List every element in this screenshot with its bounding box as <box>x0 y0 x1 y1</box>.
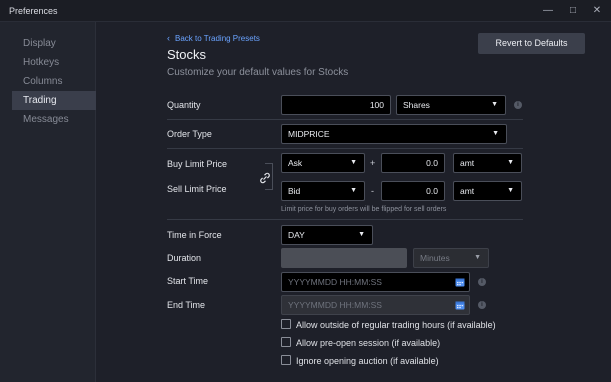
sell-limit-operator: - <box>371 186 374 196</box>
order-type-select[interactable]: MIDPRICE ▼ <box>281 124 507 144</box>
duration-input[interactable] <box>281 248 407 268</box>
chevron-down-icon: ▼ <box>358 231 365 238</box>
sidebar-item-label: Trading <box>23 95 57 106</box>
main-panel: ‹ Back to Trading Presets Revert to Defau… <box>97 22 611 382</box>
sidebar-item-label: Columns <box>23 76 63 87</box>
time-in-force-value: DAY <box>288 230 305 240</box>
sidebar-item-display[interactable]: Display <box>12 34 96 53</box>
quantity-unit-value: Shares <box>403 100 430 110</box>
sidebar-item-messages[interactable]: Messages <box>12 110 96 129</box>
start-time-placeholder: YYYYMMDD HH:MM:SS <box>288 277 382 287</box>
end-time-input[interactable]: YYYYMMDD HH:MM:SS <box>281 295 470 315</box>
buy-limit-base-value: Ask <box>288 158 303 168</box>
chevron-down-icon: ▼ <box>350 159 357 166</box>
chevron-down-icon: ▼ <box>491 101 498 108</box>
sidebar-item-trading[interactable]: Trading <box>12 91 96 110</box>
chevron-down-icon: ▼ <box>492 130 499 137</box>
title-bar: Preferences — □ ✕ <box>0 0 611 22</box>
minimize-icon[interactable]: — <box>537 2 559 20</box>
start-time-label: Start Time <box>167 276 209 286</box>
outside-rth-label: Allow outside of regular trading hours (… <box>296 320 496 330</box>
sell-limit-base-value: Bid <box>288 186 301 196</box>
duration-unit-select[interactable]: Minutes ▼ <box>413 248 489 268</box>
buy-limit-label: Buy Limit Price <box>167 159 228 169</box>
sell-limit-offset-input[interactable]: 0.0 <box>381 181 445 201</box>
page-title: Stocks <box>167 47 207 62</box>
buy-limit-operator: + <box>370 158 376 168</box>
info-icon[interactable]: i <box>514 101 522 109</box>
sidebar-item-label: Display <box>23 38 56 49</box>
chevron-down-icon: ▼ <box>474 254 481 261</box>
time-in-force-label: Time in Force <box>167 230 222 240</box>
info-icon[interactable]: i <box>478 278 486 286</box>
time-in-force-select[interactable]: DAY ▼ <box>281 225 373 245</box>
calendar-icon[interactable] <box>455 277 465 287</box>
back-link-label: Back to Trading Presets <box>175 34 260 43</box>
chevron-down-icon: ▼ <box>507 159 514 166</box>
ignore-opening-auction-checkbox[interactable] <box>281 355 291 365</box>
quantity-label: Quantity <box>167 100 201 110</box>
window-title: Preferences <box>9 6 58 16</box>
end-time-placeholder: YYYYMMDD HH:MM:SS <box>288 300 382 310</box>
order-type-label: Order Type <box>167 129 212 139</box>
buy-limit-unit-select[interactable]: amt ▼ <box>453 153 522 173</box>
sell-limit-unit-value: amt <box>460 186 475 196</box>
maximize-icon[interactable]: □ <box>562 2 584 20</box>
start-time-input[interactable]: YYYYMMDD HH:MM:SS <box>281 272 470 292</box>
buy-limit-base-select[interactable]: Ask ▼ <box>281 153 365 173</box>
chevron-left-icon: ‹ <box>167 33 170 43</box>
ignore-opening-auction-label: Ignore opening auction (if available) <box>296 356 439 366</box>
end-time-label: End Time <box>167 300 206 310</box>
quantity-input[interactable]: 100 <box>281 95 391 115</box>
sidebar-item-hotkeys[interactable]: Hotkeys <box>12 53 96 72</box>
sidebar-item-columns[interactable]: Columns <box>12 72 96 91</box>
buy-limit-unit-value: amt <box>460 158 475 168</box>
pre-open-label: Allow pre-open session (if available) <box>296 338 441 348</box>
page-subtitle: Customize your default values for Stocks <box>167 67 349 78</box>
quantity-unit-select[interactable]: Shares ▼ <box>396 95 506 115</box>
revert-to-defaults-button[interactable]: Revert to Defaults <box>478 33 585 54</box>
sidebar-item-label: Messages <box>23 114 69 125</box>
sidebar: Display Hotkeys Columns Trading Messages <box>0 22 96 382</box>
pre-open-checkbox[interactable] <box>281 337 291 347</box>
link-icon[interactable] <box>258 171 272 185</box>
back-link[interactable]: ‹ Back to Trading Presets <box>167 33 260 43</box>
chevron-down-icon: ▼ <box>507 187 514 194</box>
divider <box>167 219 523 220</box>
sell-limit-label: Sell Limit Price <box>167 184 227 194</box>
order-type-value: MIDPRICE <box>288 129 330 139</box>
duration-label: Duration <box>167 253 202 263</box>
buy-limit-offset-input[interactable]: 0.0 <box>381 153 445 173</box>
divider <box>167 119 523 120</box>
close-icon[interactable]: ✕ <box>586 2 608 20</box>
outside-rth-checkbox[interactable] <box>281 319 291 329</box>
duration-unit-value: Minutes <box>420 253 450 263</box>
sidebar-item-label: Hotkeys <box>23 57 60 68</box>
sell-limit-unit-select[interactable]: amt ▼ <box>453 181 522 201</box>
chevron-down-icon: ▼ <box>350 187 357 194</box>
calendar-icon[interactable] <box>455 300 465 310</box>
limit-flip-note: Limit price for buy orders will be flipp… <box>281 206 447 213</box>
divider <box>167 148 523 149</box>
sell-limit-base-select[interactable]: Bid ▼ <box>281 181 365 201</box>
info-icon[interactable]: i <box>478 301 486 309</box>
